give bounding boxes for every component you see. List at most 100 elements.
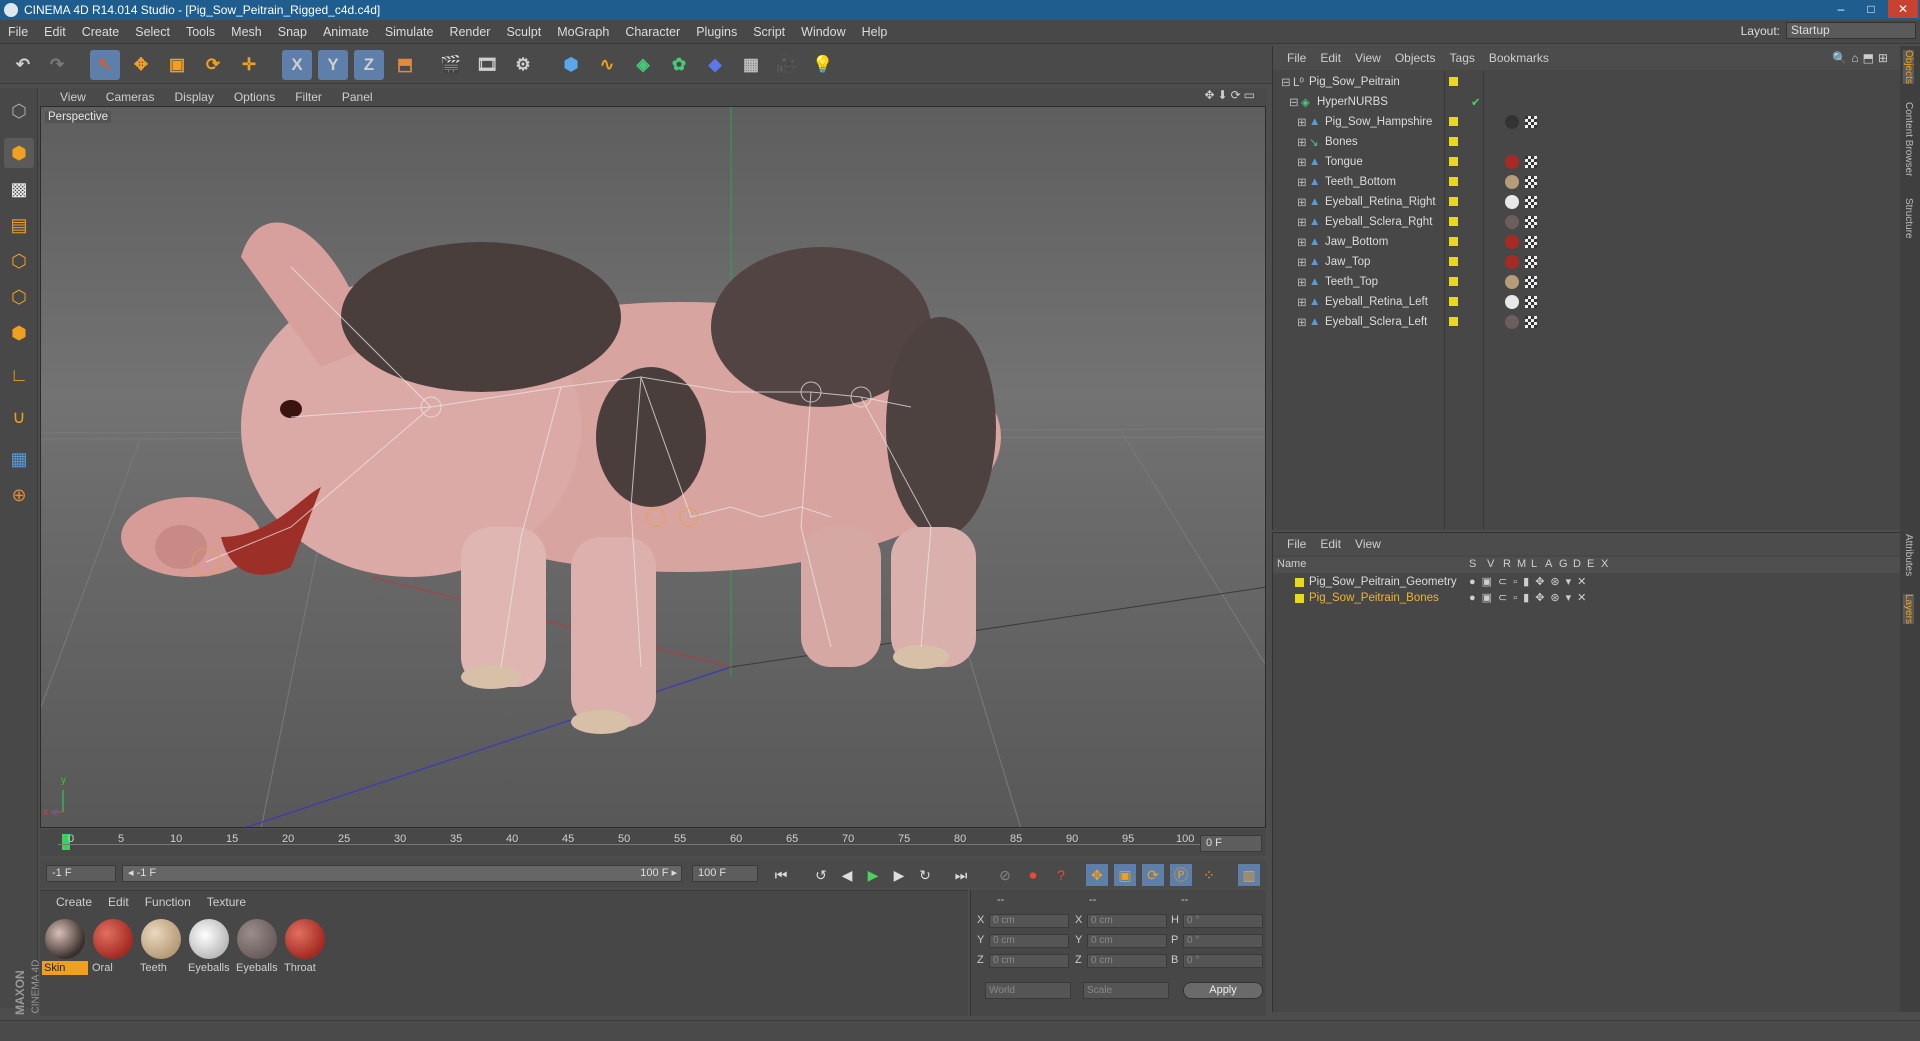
menu-script[interactable]: Script [745,25,793,39]
expand-icon[interactable]: ⊞ [1297,275,1307,289]
texture-tag-icon[interactable] [1525,256,1537,268]
timeline-ruler[interactable]: 0 5 10 15 20 25 30 35 40 45 50 55 60 65 … [40,830,1266,856]
menu-sculpt[interactable]: Sculpt [498,25,549,39]
expand-icon[interactable]: ⊞ [1297,195,1307,209]
viewport-menu-display[interactable]: Display [174,90,213,104]
position-z-field[interactable]: 0 cm [989,954,1069,968]
expand-icon[interactable]: ⊟ [1289,95,1299,109]
object-menu-objects[interactable]: Objects [1395,51,1436,65]
material-teeth[interactable]: Teeth [138,917,184,975]
object-menu-edit[interactable]: Edit [1320,51,1341,65]
material-tag-icon[interactable] [1505,235,1519,249]
light-icon[interactable]: 💡 [808,50,838,80]
object-manager-nav-icons[interactable]: 🔍⌂⬒⊞ [1832,51,1892,65]
menu-animate[interactable]: Animate [315,25,377,39]
layer-toggle-icons[interactable]: ●▣⊂▫▮✥⊛▾✕ [1469,575,1592,588]
texture-tag-icon[interactable] [1525,196,1537,208]
object-row[interactable]: ⊞ ▲ Eyeball_Retina_Right [1273,192,1901,212]
cube-icon[interactable]: ⬢ [556,50,586,80]
enabled-check-icon[interactable]: ✔ [1471,95,1481,109]
tab-layers[interactable]: Layers [1903,594,1914,625]
current-frame-field[interactable]: 0 F [1200,835,1262,852]
size-mode-dropdown[interactable]: Scale [1083,982,1169,999]
previous-key-icon[interactable]: ↺ [810,864,832,886]
texture-mode-icon[interactable]: ▩ [4,174,34,204]
expand-icon[interactable]: ⊞ [1297,295,1307,309]
key-rotation-icon[interactable]: ⟳ [1142,864,1164,886]
next-frame-icon[interactable]: ▶ [888,864,910,886]
menu-edit[interactable]: Edit [36,25,74,39]
close-button[interactable]: ✕ [1888,0,1918,18]
menu-character[interactable]: Character [617,25,688,39]
minimize-button[interactable]: – [1826,0,1856,18]
layer-color-swatch[interactable] [1295,594,1304,603]
rotation-p-field[interactable]: 0 ° [1183,934,1263,948]
live-selection-icon[interactable]: ↖ [90,50,120,80]
object-row[interactable]: ⊞ ▲ Eyeball_Sclera_Rght [1273,212,1901,232]
position-x-field[interactable]: 0 cm [989,914,1069,928]
viewport-nav-icons[interactable]: ✥⬇⟳▭ [1204,88,1258,102]
spline-pen-icon[interactable]: ∿ [592,50,622,80]
points-mode-icon[interactable]: ⬡ [4,246,34,276]
tab-attributes[interactable]: Attributes [1903,534,1914,576]
material-tag-icon[interactable] [1505,255,1519,269]
size-z-field[interactable]: 0 cm [1087,954,1167,968]
texture-tag-icon[interactable] [1525,176,1537,188]
menu-help[interactable]: Help [854,25,896,39]
material-tag-icon[interactable] [1505,195,1519,209]
rotation-b-field[interactable]: 0 ° [1183,954,1263,968]
layer-col-m[interactable]: M [1517,558,1526,570]
floor-icon[interactable]: ▦ [736,50,766,80]
layer-col-r[interactable]: R [1503,558,1511,570]
edges-mode-icon[interactable]: ⬡ [4,282,34,312]
material-menu-function[interactable]: Function [145,895,191,909]
nurbs-icon[interactable]: ◈ [628,50,658,80]
texture-tag-icon[interactable] [1525,156,1537,168]
go-to-start-icon[interactable]: ⏮ [770,864,792,886]
material-tag-icon[interactable] [1505,315,1519,329]
material-tag-icon[interactable] [1505,295,1519,309]
next-key-icon[interactable]: ↻ [914,864,936,886]
key-parameter-icon[interactable]: Ⓟ [1170,864,1192,886]
undo-icon[interactable]: ↶ [8,50,38,80]
menu-tools[interactable]: Tools [178,25,223,39]
model-mode-icon[interactable]: ⬢ [4,138,34,168]
object-menu-view[interactable]: View [1355,51,1381,65]
material-oral[interactable]: Oral [90,917,136,975]
menu-snap[interactable]: Snap [270,25,315,39]
start-frame-field[interactable]: -1 F [46,865,116,882]
layer-col-e[interactable]: E [1587,558,1594,570]
play-icon[interactable]: ▶ [862,864,884,886]
material-tag-icon[interactable] [1505,155,1519,169]
menu-file[interactable]: File [0,25,36,39]
maximize-button[interactable]: □ [1856,0,1886,18]
auto-keying-icon[interactable]: ⏺ [1022,864,1044,886]
material-eyeballs-2[interactable]: Eyeballs [234,917,280,975]
material-menu-texture[interactable]: Texture [207,895,246,909]
size-x-field[interactable]: 0 cm [1087,914,1167,928]
position-y-field[interactable]: 0 cm [989,934,1069,948]
pig-model[interactable] [121,222,1001,734]
menu-plugins[interactable]: Plugins [688,25,745,39]
key-pla-icon[interactable]: ⁘ [1198,864,1220,886]
material-throat[interactable]: Throat [282,917,328,975]
end-frame-field[interactable]: 100 F [692,865,758,882]
menu-select[interactable]: Select [127,25,178,39]
object-row[interactable]: ⊞ ▲ Eyeball_Retina_Left [1273,292,1901,312]
layer-row[interactable]: Pig_Sow_Peitrain_Geometry ●▣⊂▫▮✥⊛▾✕ [1273,575,1901,591]
layer-col-l[interactable]: L [1531,558,1537,570]
keyframe-selection-icon[interactable]: ? [1050,864,1072,886]
object-menu-bookmarks[interactable]: Bookmarks [1489,51,1549,65]
menu-render[interactable]: Render [441,25,498,39]
expand-icon[interactable]: ⊞ [1297,315,1307,329]
expand-icon[interactable]: ⊞ [1297,255,1307,269]
expand-icon[interactable]: ⊞ [1297,175,1307,189]
apply-button[interactable]: Apply [1183,982,1263,999]
object-menu-file[interactable]: File [1287,51,1306,65]
layer-menu-edit[interactable]: Edit [1320,537,1341,551]
viewport-menu-cameras[interactable]: Cameras [106,90,155,104]
layer-menu-file[interactable]: File [1287,537,1306,551]
texture-tag-icon[interactable] [1525,116,1537,128]
redo-icon[interactable]: ↷ [42,50,72,80]
object-row[interactable]: ⊞ ▲ Jaw_Top [1273,252,1901,272]
